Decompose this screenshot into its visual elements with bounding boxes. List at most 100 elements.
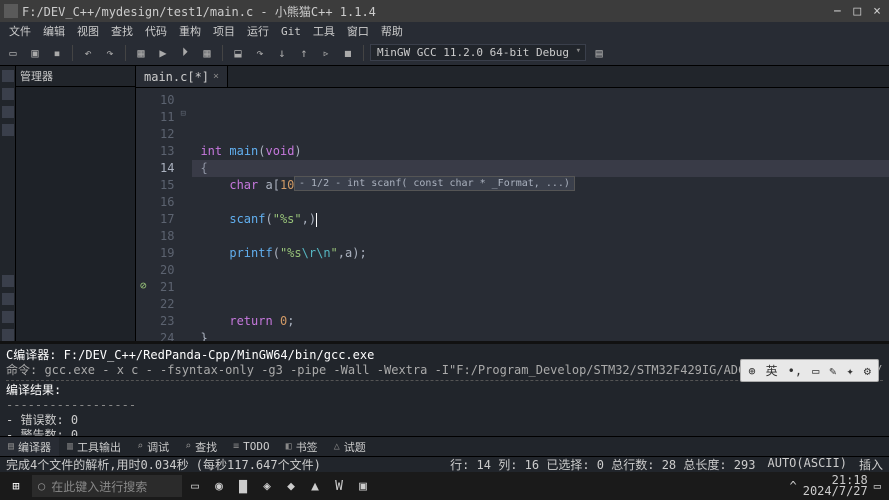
menu-查找[interactable]: 查找 [106,23,138,39]
menu-项目[interactable]: 项目 [208,23,240,39]
warnings-count: - 警告数: 0 [6,428,883,436]
activity-bar [0,66,16,341]
code-line[interactable]: scanf("%s",) [200,211,889,228]
side-panel-title: 管理器 [16,66,135,87]
status-bar: 完成4个文件的解析,用时0.034秒 (每秒117.647个文件) 行: 14 … [0,456,889,472]
window-titlebar: F:/DEV_C++/mydesign/test1/main.c - 小熊猫C+… [0,0,889,22]
notification-icon[interactable]: ▭ [874,479,881,493]
debug-icon[interactable]: ⬓ [229,44,247,62]
step-out-icon[interactable]: ↑ [295,44,313,62]
task-view-icon[interactable]: ▭ [184,475,206,497]
menu-运行[interactable]: 运行 [242,23,274,39]
ime-btn[interactable]: ✦ [844,364,857,378]
errors-count: - 错误数: 0 [6,413,883,428]
output-tab-书签[interactable]: ◧书签 [278,437,326,456]
code-line[interactable]: printf("%s\r\n",a); [200,245,889,262]
menu-Git[interactable]: Git [276,25,306,38]
start-button[interactable]: ⊞ [2,474,30,498]
code-line[interactable]: return 0; [200,313,889,330]
code-line[interactable]: int main(void) [200,143,889,160]
status-left: 完成4个文件的解析,用时0.034秒 (每秒117.647个文件) [6,456,321,473]
stop-icon[interactable]: ◼ [339,44,357,62]
toolbar: ▭ ▣ ▪ ↶ ↷ ▦ ▶ ⏵ ▦ ⬓ ↷ ↓ ↑ ▹ ◼ MinGW GCC … [0,40,889,66]
new-file-icon[interactable]: ▭ [4,44,22,62]
code-line[interactable] [200,296,889,313]
app2-icon[interactable]: ◆ [280,475,302,497]
ime-btn[interactable]: 英 [763,362,781,379]
code-line[interactable] [200,279,889,296]
code-line[interactable] [200,228,889,245]
code-area[interactable]: int main(void){ char a[10]="\0"; scanf("… [192,88,889,341]
code-line[interactable] [200,194,889,211]
menu-文件[interactable]: 文件 [4,23,36,39]
menu-代码[interactable]: 代码 [140,23,172,39]
code-editor[interactable]: ⊘ 1011121314151617181920212223242526 ⊟ i… [136,88,889,341]
edge-icon[interactable]: ◉ [208,475,230,497]
activity-bottom3-icon[interactable] [2,311,14,323]
close-button[interactable]: × [873,4,881,19]
window-title: F:/DEV_C++/mydesign/test1/main.c - 小熊猫C+… [22,3,834,20]
ime-btn[interactable]: ⊕ [745,364,758,378]
rebuild-icon[interactable]: ▦ [198,44,216,62]
compile-icon[interactable]: ▦ [132,44,150,62]
maximize-button[interactable]: □ [853,4,861,19]
activity-structure-icon[interactable] [2,88,14,100]
run-icon[interactable]: ▶ [154,44,172,62]
insert-mode: 插入 [859,456,883,473]
ime-btn[interactable]: ▭ [809,364,822,378]
save-icon[interactable]: ▪ [48,44,66,62]
ime-btn[interactable]: •, [785,364,805,378]
output-tab-编译器[interactable]: ▤编译器 [0,437,59,456]
code-line[interactable] [200,262,889,279]
redo-icon[interactable]: ↷ [101,44,119,62]
taskbar-clock[interactable]: 21:182024/7/27 [803,475,868,497]
taskbar-search[interactable]: ○ 在此键入进行搜索 [32,475,182,497]
activity-bottom2-icon[interactable] [2,293,14,305]
cursor-pos: 行: 14 列: 16 已选择: 0 总行数: 28 总长度: 293 [450,456,755,473]
menu-工具[interactable]: 工具 [308,23,340,39]
ime-btn[interactable]: ⚙ [861,364,874,378]
editor-tab[interactable]: main.c[*] × [136,66,228,87]
code-line[interactable]: } [200,330,889,341]
settings-icon[interactable]: ▤ [590,44,608,62]
tray-expand-icon[interactable]: ^ [790,479,797,493]
fold-gutter: ⊟ [180,88,192,341]
app1-icon[interactable]: ◈ [256,475,278,497]
step-into-icon[interactable]: ↓ [273,44,291,62]
output-tab-TODO[interactable]: ≡TODO [225,437,278,456]
menu-重构[interactable]: 重构 [174,23,206,39]
tab-close-icon[interactable]: × [213,71,219,82]
activity-bottom4-icon[interactable] [2,329,14,341]
app4-icon[interactable]: ▣ [352,475,374,497]
output-tabs: ▤编译器▥工具输出⌕调试⌕查找≡TODO◧书签△试题 [0,436,889,456]
undo-icon[interactable]: ↶ [79,44,97,62]
minimize-button[interactable]: − [834,4,842,19]
compile-run-icon[interactable]: ⏵ [176,44,194,62]
menu-bar: 文件编辑视图查找代码重构项目运行Git工具窗口帮助 [0,22,889,40]
explorer-icon[interactable]: ▇ [232,475,254,497]
activity-watch-icon[interactable] [2,106,14,118]
output-tab-调试[interactable]: ⌕调试 [129,437,177,456]
app3-icon[interactable]: ▲ [304,475,326,497]
menu-窗口[interactable]: 窗口 [342,23,374,39]
menu-帮助[interactable]: 帮助 [376,23,408,39]
output-tab-查找[interactable]: ⌕查找 [177,437,225,456]
continue-icon[interactable]: ▹ [317,44,335,62]
syntax-ok-icon: ⊘ [140,279,147,292]
wps-icon[interactable]: W [328,475,350,497]
output-tab-工具输出[interactable]: ▥工具输出 [59,437,129,456]
ime-btn[interactable]: ✎ [826,364,839,378]
compiler-select[interactable]: MinGW GCC 11.2.0 64-bit Debug [370,44,586,61]
activity-files-icon[interactable] [2,70,14,82]
activity-stack-icon[interactable] [2,124,14,136]
output-tab-试题[interactable]: △试题 [326,437,374,456]
encoding-label[interactable]: AUTO(ASCII) [768,456,847,473]
step-over-icon[interactable]: ↷ [251,44,269,62]
ime-toolbar[interactable]: ⊕ 英 •, ▭ ✎ ✦ ⚙ [740,359,879,382]
param-hint-tooltip: - 1/2 - int scanf( const char * _Format,… [294,176,575,191]
menu-视图[interactable]: 视图 [72,23,104,39]
result-header: 编译结果: [6,383,883,398]
activity-bottom1-icon[interactable] [2,275,14,287]
menu-编辑[interactable]: 编辑 [38,23,70,39]
open-file-icon[interactable]: ▣ [26,44,44,62]
